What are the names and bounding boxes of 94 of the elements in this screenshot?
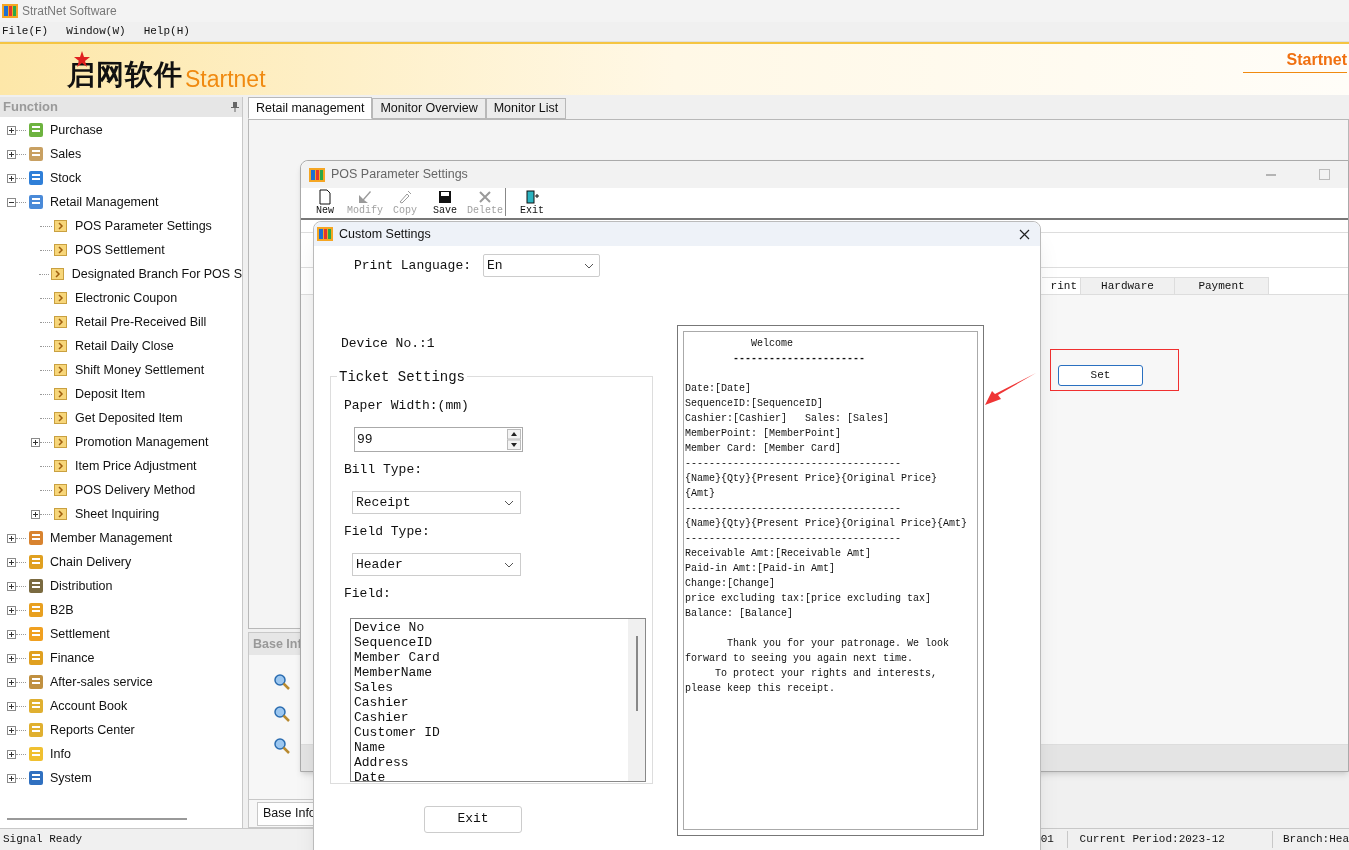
status-text: Current Period:2023-12: [1067, 831, 1273, 848]
tree-item[interactable]: Electronic Coupon: [0, 286, 242, 310]
tree-item[interactable]: Finance: [0, 646, 242, 670]
list-item[interactable]: Cashier: [354, 694, 628, 710]
tree-item[interactable]: POS Delivery Method: [0, 478, 242, 502]
receipt-line: Receivable Amt:[Receivable Amt]: [685, 547, 873, 561]
app-title: StratNet Software: [22, 3, 117, 20]
tab[interactable]: rint: [1042, 277, 1081, 294]
logo-english: Startnet: [185, 68, 266, 91]
tree-item[interactable]: Get Deposited Item: [0, 406, 242, 430]
status-text: Signal Ready: [2, 832, 84, 848]
tree-item[interactable]: Sales: [0, 142, 242, 166]
field-list[interactable]: Device No SequenceID Member Card MemberName Sales Cashier Cashier Customer ID Name Address Date: [350, 617, 646, 783]
tree-item[interactable]: Member Management: [0, 526, 242, 550]
list-item[interactable]: Date: [354, 769, 628, 782]
receipt-line: ------------------------------------: [685, 532, 903, 546]
toolbar-button[interactable]: Exit: [512, 188, 552, 216]
receipt-line: price excluding tax:[price excluding tax]: [685, 592, 933, 606]
tab[interactable]: Monitor Overview: [372, 98, 486, 119]
panel-title: Function: [3, 98, 58, 117]
status-text: Branch:Hea: [1282, 832, 1349, 848]
receipt-line: {Name}{Qty}{Present Price}{Original Price}{Amt}: [685, 517, 969, 531]
tree-item[interactable]: Stock: [0, 166, 242, 190]
receipt-paragraph: To protect your rights and interests, please keep this receipt.: [685, 667, 939, 696]
menu-item[interactable]: Window(W): [64, 23, 142, 40]
dialog-title: Custom Settings: [339, 225, 431, 243]
tree-item[interactable]: Reports Center: [0, 718, 242, 742]
tree-item[interactable]: System: [0, 766, 242, 790]
tree-item[interactable]: Settlement: [0, 622, 242, 646]
set-button[interactable]: Set: [1058, 364, 1143, 386]
tree-item[interactable]: B2B: [0, 598, 242, 622]
tree-item[interactable]: Designated Branch For POS S: [0, 262, 242, 286]
tree-item[interactable]: Account Book: [0, 694, 242, 718]
tree-item[interactable]: Deposit Item: [0, 382, 242, 406]
receipt-line: Welcome: [750, 337, 794, 351]
list-item[interactable]: Sales: [354, 679, 628, 695]
list-item[interactable]: Device No: [354, 619, 628, 635]
toolbar-button[interactable]: New: [305, 188, 345, 216]
receipt-line: ----------------------: [732, 352, 867, 366]
tree-item[interactable]: Distribution: [0, 574, 242, 598]
tree-item[interactable]: Purchase: [0, 118, 242, 142]
field-label: Paper Width:(mm): [344, 396, 470, 415]
tree-item[interactable]: Chain Delivery: [0, 550, 242, 574]
receipt-line: Cashier:[Cashier] Sales: [Sales]: [685, 412, 891, 426]
window-title: POS Parameter Settings: [331, 166, 468, 184]
list-item[interactable]: Name: [354, 739, 628, 755]
tree-item[interactable]: Shift Money Settlement: [0, 358, 242, 382]
tree-item[interactable]: Promotion Management: [0, 430, 242, 454]
receipt-line: MemberPoint: [MemberPoint]: [685, 427, 843, 441]
exit-button[interactable]: Exit: [424, 805, 522, 833]
tab[interactable]: Monitor List: [485, 98, 567, 119]
tree-item[interactable]: Item Price Adjustment: [0, 454, 242, 478]
list-item[interactable]: Cashier: [354, 709, 628, 725]
tree-item[interactable]: POS Settlement: [0, 238, 242, 262]
receipt-line: ------------------------------------: [685, 457, 903, 471]
receipt-line: Date:[Date]: [685, 382, 752, 396]
device-number: Device No.:1: [340, 335, 436, 353]
tree-item[interactable]: Sheet Inquiring: [0, 502, 242, 526]
tree-item[interactable]: Retail Pre-Received Bill: [0, 310, 242, 334]
list-item[interactable]: Address: [354, 754, 628, 770]
list-item[interactable]: Member Card: [354, 649, 628, 665]
receipt-line: Change:[Change]: [685, 577, 776, 591]
receipt-line: Paid-in Amt:[Paid-in Amt]: [685, 562, 837, 576]
receipt-paragraph: Thank you for your patronage. We look forward to seeing you again next time.: [685, 637, 951, 666]
list-item[interactable]: MemberName: [354, 664, 628, 680]
list-item[interactable]: Customer ID: [354, 724, 628, 740]
bill-type-select[interactable]: Receipt: [352, 491, 521, 514]
tree-item[interactable]: Retail Management: [0, 190, 242, 214]
receipt-line: {Name}{Qty}{Present Price}{Original Price}: [685, 472, 939, 486]
banner-brand-text: Startnet: [1286, 51, 1347, 68]
receipt-line: ------------------------------------: [685, 502, 903, 516]
receipt-line: SequenceID:[SequenceID]: [685, 397, 825, 411]
tab[interactable]: Retail management: [248, 97, 373, 119]
field-label: Print Language:: [354, 256, 472, 275]
paper-width-spinner[interactable]: 99: [354, 427, 523, 452]
language-select[interactable]: En: [483, 254, 601, 277]
receipt-line: Balance: [Balance]: [685, 607, 795, 621]
tree-item[interactable]: Retail Daily Close: [0, 334, 242, 358]
field-label: Bill Type:: [344, 460, 423, 479]
tree-item[interactable]: Info: [0, 742, 242, 766]
field-label: Field:: [344, 585, 392, 604]
logo-chinese: 启网软件: [67, 59, 183, 90]
menu-item[interactable]: Help(H): [141, 23, 206, 40]
list-item[interactable]: SequenceID: [354, 634, 628, 650]
field-type-select[interactable]: Header: [352, 553, 521, 577]
tree-item[interactable]: POS Parameter Settings: [0, 214, 242, 238]
toolbar-button[interactable]: Save: [425, 188, 465, 216]
menu-item[interactable]: File(F): [0, 23, 65, 40]
receipt-line: Member Card: [Member Card]: [685, 442, 843, 456]
tree-item[interactable]: After-sales service: [0, 670, 242, 694]
tab[interactable]: Hardware: [1081, 277, 1175, 294]
field-label: Field Type:: [344, 522, 431, 541]
tab[interactable]: Payment: [1175, 277, 1269, 294]
receipt-line: {Amt}: [685, 487, 716, 501]
